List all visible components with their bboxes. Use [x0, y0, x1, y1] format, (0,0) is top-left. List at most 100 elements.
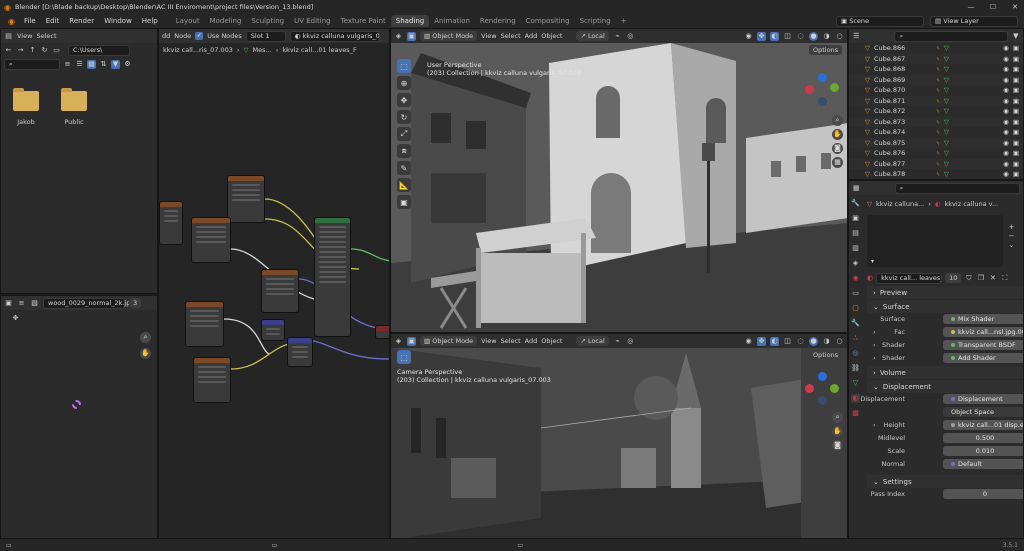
- image-texture-node[interactable]: [227, 175, 265, 223]
- folder-public[interactable]: Public: [59, 88, 89, 126]
- tab-sculpting[interactable]: Sculpting: [246, 15, 289, 27]
- camera-icon[interactable]: ▣: [1013, 55, 1019, 63]
- fac-field[interactable]: kkviz call...nsl.jpg.001: [943, 327, 1023, 337]
- section-preview[interactable]: › Preview: [867, 286, 1023, 299]
- camera-icon[interactable]: ▣: [1013, 160, 1019, 168]
- height-field[interactable]: kkviz call...01 disp.exr: [943, 420, 1023, 430]
- camera-view-icon[interactable]: ◙: [832, 143, 843, 154]
- minimize-button[interactable]: —: [962, 3, 980, 11]
- sort-icon[interactable]: ⇅: [99, 60, 108, 69]
- surface-shader-field[interactable]: Mix Shader: [943, 314, 1023, 324]
- outliner-search-input[interactable]: ⌕: [894, 30, 1008, 42]
- image-texture-node[interactable]: [185, 301, 224, 347]
- overlay-toggle-icon[interactable]: ◐: [770, 336, 779, 346]
- properties-type-icon[interactable]: ▦: [852, 184, 861, 193]
- maximize-button[interactable]: ☐: [984, 3, 1002, 11]
- image-texture-node[interactable]: [261, 269, 299, 313]
- add-cube-tool-icon[interactable]: ▣: [397, 195, 411, 209]
- add-slot-icon[interactable]: +: [1007, 223, 1016, 232]
- gizmo-toggle-icon[interactable]: ✥: [757, 31, 766, 41]
- world-tab-icon[interactable]: ◉: [851, 274, 860, 283]
- outliner-item[interactable]: ▽ Cube.867 ᛃ ▽ ◉ ▣: [849, 53, 1023, 64]
- object-tab-icon[interactable]: ▢: [851, 304, 860, 313]
- camera-icon[interactable]: ▣: [1013, 149, 1019, 157]
- shader1-field[interactable]: Transparent BSDF: [943, 340, 1023, 350]
- data-tab-icon[interactable]: ▽: [851, 379, 860, 388]
- viewport-menu-add[interactable]: Add: [525, 337, 538, 345]
- tab-compositing[interactable]: Compositing: [521, 15, 575, 27]
- render-tab-icon[interactable]: ▣: [851, 214, 860, 223]
- outliner-item[interactable]: ▽ Cube.873 ᛃ ▽ ◉ ▣: [849, 116, 1023, 127]
- camera-icon[interactable]: ▣: [1013, 118, 1019, 126]
- space-dropdown[interactable]: Object Space: [943, 407, 1023, 417]
- viewport-menu-object[interactable]: Object: [541, 32, 562, 40]
- measure-tool-icon[interactable]: 📐: [397, 178, 411, 192]
- shading-rendered-icon[interactable]: ○: [835, 337, 844, 346]
- tab-texture-paint[interactable]: Texture Paint: [336, 15, 391, 27]
- file-search-input[interactable]: ⌕: [4, 58, 60, 70]
- slot-specials-icon[interactable]: ⌄: [1007, 241, 1016, 250]
- cursor-tool-icon[interactable]: ✥: [11, 314, 20, 323]
- tool-tab-icon[interactable]: 🔧: [851, 199, 860, 208]
- remove-slot-icon[interactable]: −: [1007, 232, 1016, 241]
- modifier-tab-icon[interactable]: 🔧: [851, 319, 860, 328]
- camera-icon[interactable]: ▣: [1013, 44, 1019, 52]
- unlink-icon[interactable]: ✕: [988, 274, 997, 283]
- overlay-toggle-icon[interactable]: ◐: [770, 31, 779, 41]
- eye-icon[interactable]: ◉: [1003, 97, 1009, 105]
- menu-icon[interactable]: ≡: [17, 299, 26, 308]
- select-mode-icon[interactable]: ▣: [407, 31, 416, 41]
- options-dropdown[interactable]: Options: [809, 45, 843, 55]
- select-mode-icon[interactable]: ▣: [407, 336, 416, 346]
- pan-hand-icon[interactable]: ✋: [140, 348, 151, 359]
- section-displacement[interactable]: ⌄ Displacement: [867, 380, 1023, 393]
- pan-hand-icon[interactable]: ✋: [832, 426, 843, 437]
- viewport-menu-object[interactable]: Object: [541, 337, 562, 345]
- visibility-icon[interactable]: ◉: [744, 337, 753, 346]
- shading-wireframe-icon[interactable]: ◌: [796, 32, 805, 41]
- section-surface[interactable]: ⌄ Surface: [867, 300, 1023, 313]
- viewport-menu-view[interactable]: View: [481, 337, 496, 345]
- object-mode-selector[interactable]: ▧ Object Mode: [420, 31, 478, 41]
- image-texture-node[interactable]: [193, 357, 231, 403]
- viewport-menu-select[interactable]: Select: [501, 32, 521, 40]
- principled-bsdf-node[interactable]: [314, 217, 351, 337]
- material-browse-icon[interactable]: ◐: [867, 274, 873, 282]
- filter-icon[interactable]: ▼: [111, 59, 120, 69]
- gizmo-toggle-icon[interactable]: ✥: [757, 336, 766, 346]
- move-tool-icon[interactable]: ✥: [397, 93, 411, 107]
- outliner-item[interactable]: ▽ Cube.869 ᛃ ▽ ◉ ▣: [849, 74, 1023, 85]
- viewport-menu-add[interactable]: Add: [525, 32, 538, 40]
- proportional-edit-icon[interactable]: ◎: [626, 337, 635, 346]
- shading-wireframe-icon[interactable]: ◌: [796, 337, 805, 346]
- editor-type-icon[interactable]: ▤: [4, 32, 13, 41]
- gizmo-z-axis-icon[interactable]: [818, 372, 827, 381]
- image-texture-node[interactable]: [191, 217, 231, 263]
- image-texture-node[interactable]: [159, 201, 183, 245]
- camera-icon[interactable]: ▣: [1013, 76, 1019, 84]
- select-box-tool-icon[interactable]: ⬚: [397, 350, 411, 364]
- outliner-item[interactable]: ▽ Cube.874 ᛃ ▽ ◉ ▣: [849, 127, 1023, 138]
- tab-scripting[interactable]: Scripting: [575, 15, 616, 27]
- section-volume[interactable]: › Volume: [867, 366, 1023, 379]
- zoom-icon[interactable]: ⌕: [140, 332, 151, 343]
- material-output-node[interactable]: [375, 325, 389, 339]
- camera-icon[interactable]: ▣: [1013, 170, 1019, 178]
- image-browse-icon[interactable]: ▧: [30, 299, 39, 308]
- visibility-icon[interactable]: ◉: [744, 32, 753, 41]
- section-settings[interactable]: ⌄ Settings: [867, 475, 1023, 488]
- outliner-item[interactable]: ▽ Cube.876 ᛃ ▽ ◉ ▣: [849, 148, 1023, 159]
- collection-tab-icon[interactable]: ▭: [851, 289, 860, 298]
- scene-tab-icon[interactable]: ◈: [851, 259, 860, 268]
- proportional-edit-icon[interactable]: ◎: [626, 32, 635, 41]
- outliner-item[interactable]: ▽ Cube.868 ᛃ ▽ ◉ ▣: [849, 64, 1023, 75]
- eye-icon[interactable]: ◉: [1003, 170, 1009, 178]
- file-browser-menu-select[interactable]: Select: [36, 32, 56, 40]
- tab-uv-editing[interactable]: UV Editing: [289, 15, 336, 27]
- perspective-toggle-icon[interactable]: ▦: [832, 157, 843, 168]
- xray-icon[interactable]: ◫: [783, 32, 792, 41]
- camera-icon[interactable]: ▣: [1013, 97, 1019, 105]
- gizmo-y-axis-icon[interactable]: [830, 83, 839, 92]
- menu-render[interactable]: Render: [64, 17, 99, 25]
- parent-dir-icon[interactable]: ↑: [28, 46, 37, 55]
